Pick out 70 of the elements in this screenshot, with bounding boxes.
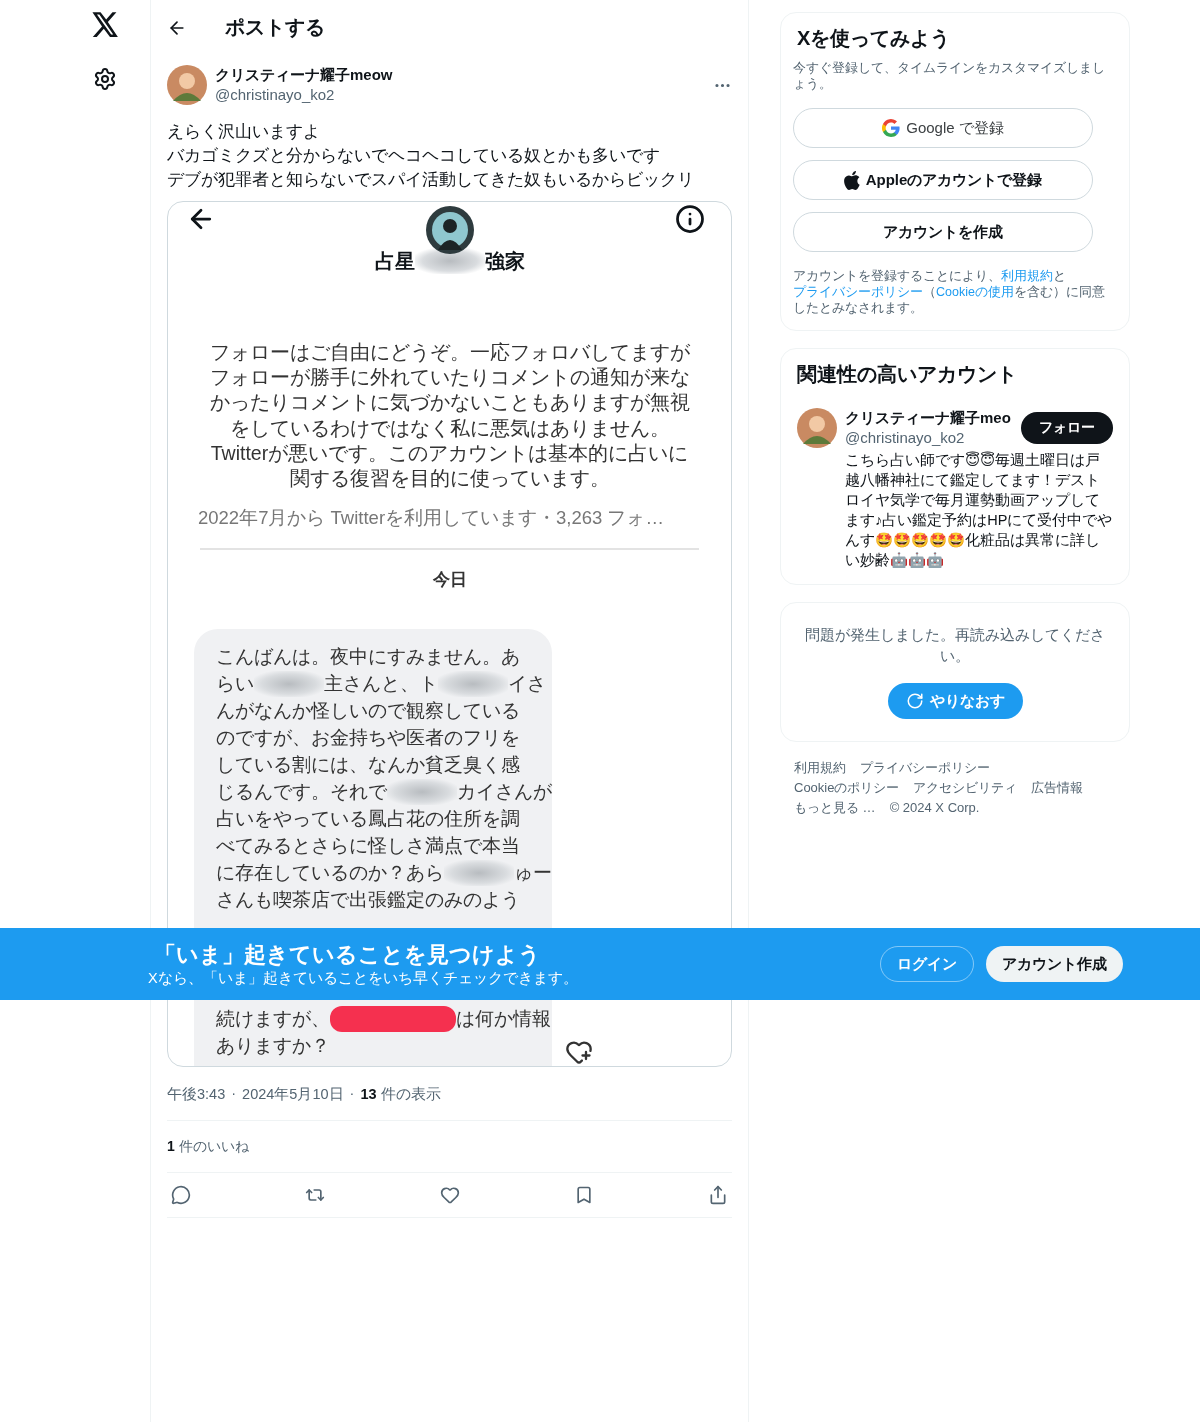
message-text: に存在しているのか？あら (216, 861, 444, 886)
blurred-area (387, 778, 457, 805)
account-bio: こちら占い師です😇😇毎週土曜日は戸越八幡神社にて鑑定してます！デストロイヤ気学で毎月運勢動画アップしてます♪占い鑑定予約はHPにて受付中でやんす🤩🤩🤩🤩🤩化粧品は異常に詳しい妙齢🤖🤖🤖 (845, 450, 1113, 570)
account-handle[interactable]: @christinayo_ko2 (845, 428, 1021, 448)
page-title: ポストする (225, 15, 325, 40)
profile-meta: 2022年7月から Twitterを利用しています・3,263 フォ… (198, 506, 665, 531)
profile-name: 占星 (374, 248, 415, 274)
signup-button[interactable]: Appleのアカウントで登録 (793, 160, 1093, 200)
post-text: えらく沢山いますよ バカゴミクズと分からないでヘコヘコしている奴とかも多いです デブが犯罪者と知らないでスパイ活動してきた奴もいるからビックリ (167, 121, 695, 190)
account-name[interactable]: クリスティーナ耀子meo (845, 408, 1021, 428)
signup-subtitle: 今すぐ登録して、タイムラインをカスタマイズしましょう。 (793, 60, 1106, 92)
message-text: イさ (508, 672, 546, 697)
heart-plus-icon (565, 1038, 593, 1066)
signup-button[interactable]: Google で登録 (793, 108, 1093, 148)
reply-icon[interactable] (171, 1185, 191, 1205)
message-text: カイさんが (457, 780, 552, 805)
author-handle[interactable]: @christinayo_ko2 (215, 85, 705, 105)
blurred-area (414, 248, 485, 274)
message-text: らい (216, 672, 254, 697)
like-icon[interactable] (439, 1185, 460, 1205)
footer-link[interactable]: アクセシビリティ (913, 779, 1018, 796)
separator-dot: · (231, 1085, 237, 1103)
avatar (167, 65, 207, 105)
settings-icon[interactable] (93, 67, 117, 91)
message-text: のですが、お金持ちや医者のフリを (216, 726, 520, 751)
x-logo-icon[interactable] (91, 12, 119, 37)
related-title: 関連性の高いアカウント (797, 362, 1018, 387)
message-text: 続けますが、 (216, 1007, 330, 1032)
message-text: んがなんか怪しいので観察している (216, 699, 520, 724)
message-text: は何か情報 (456, 1007, 551, 1032)
message-text: さんも喫茶店で出張鑑定のみのよう (216, 888, 520, 913)
message-text: 占いをやっている鳳占花の住所を調 (216, 807, 520, 832)
avatar (797, 408, 837, 448)
message-text: こんばんは。夜中にすみません。あ (216, 645, 520, 670)
like-count[interactable]: 1 件のいいね (167, 1121, 732, 1173)
message-text: ありますか？ (216, 1034, 330, 1059)
footer-link[interactable]: © 2024 X Corp. (889, 799, 980, 816)
follow-button[interactable]: フォロー (1021, 412, 1113, 444)
info-icon (675, 204, 705, 234)
error-message: 問題が発生しました。再読み込みしてください。 (805, 626, 1105, 666)
signup-title: Xを使ってみよう (797, 26, 952, 51)
view-count: 13 件の表示 (360, 1085, 441, 1104)
profile-avatar-icon (426, 206, 474, 254)
message-text: している割には、なんか貧乏臭く感 (216, 753, 520, 778)
banner-title: 「いま」起きていることを見つけよう (154, 941, 542, 969)
banner-subtitle: Xなら、「いま」起きていることをいち早くチェックできます。 (148, 969, 578, 987)
message-text: ゅー (514, 861, 552, 886)
message-text: 主さんと、ト (324, 672, 438, 697)
footer-link[interactable]: Cookieのポリシー (794, 779, 900, 796)
footer-link[interactable]: プライバシーポリシー (860, 759, 990, 776)
signup-button[interactable]: アカウントを作成 (793, 212, 1093, 252)
day-label: 今日 (431, 569, 468, 592)
create-account-button[interactable]: アカウント作成 (986, 946, 1123, 982)
post-date[interactable]: 2024年5月10日 (242, 1085, 344, 1104)
footer-link[interactable]: 広告情報 (1031, 779, 1084, 796)
message-text: じるんです。それで (216, 780, 387, 805)
footer-link[interactable]: もっと見る … (794, 799, 876, 816)
google-icon (882, 119, 901, 137)
post-time[interactable]: 午後3:43 (167, 1085, 226, 1104)
footer-link[interactable]: 利用規約 (794, 759, 846, 776)
profile-name: 強家 (484, 248, 525, 274)
legal-text: アカウントを登録することにより、利用規約 と プライバシーポリシー（Cookieの使用を含む）に同意したとみなされます。 (793, 268, 1106, 316)
separator-dot: · (349, 1085, 355, 1103)
refresh-icon (905, 692, 924, 710)
blurred-area (444, 859, 514, 886)
share-icon[interactable] (708, 1185, 728, 1205)
message-text: べてみるとさらに怪しさ満点で本当 (216, 834, 520, 859)
apple-icon (843, 170, 860, 190)
author-name[interactable]: クリスティーナ耀子meow (215, 65, 705, 85)
profile-bio: フォローはご自由にどうぞ。一応フォロバしてますがフォローが勝手に外れていたりコメントの通知が来なかったりコメントに気づかないこともありますが無視をしているわけではなく私に悪気はありません。Twitterが悪いです。このアカウントは基本的に占いに関する復習を目的に使っています。 (208, 340, 691, 491)
